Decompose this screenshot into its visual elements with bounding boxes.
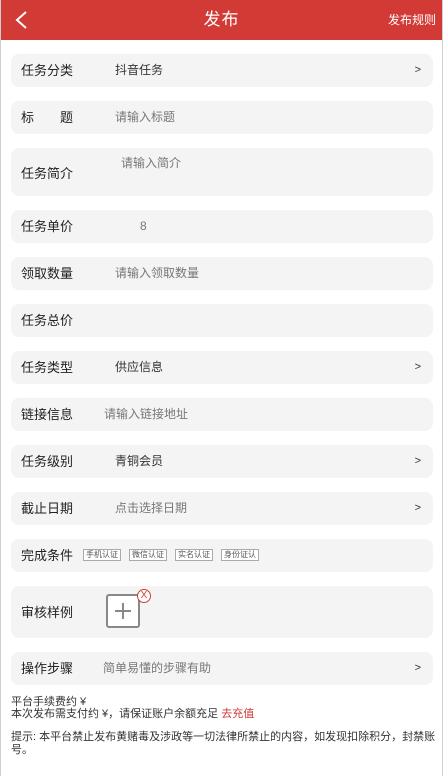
link-field[interactable]: 链接信息 请输入链接地址 — [11, 398, 433, 431]
field-label: 任务级别 — [21, 454, 74, 469]
title-field[interactable]: 标 题 请输入标题 — [11, 101, 433, 134]
field-label: 领取数量 — [21, 266, 74, 281]
condition-badges: 手机认证 微信认证 实名认证 身份证认 — [83, 549, 267, 562]
type-field[interactable]: 任务类型 供应信息 > — [11, 351, 433, 384]
footer-info: 平台手续费约 ¥ 本次发布需支付约 ¥，请保证账户余额充足 去充值 提示: 本平… — [11, 696, 436, 757]
condition-badge-wechat[interactable]: 微信认证 — [129, 549, 167, 561]
sample-field: 审核样例 X — [11, 586, 433, 638]
total-price-field: 任务总价 — [11, 304, 433, 337]
intro-textarea[interactable]: 请输入简介 — [121, 153, 181, 173]
fee-line: 平台手续费约 ¥ — [11, 696, 87, 708]
deadline-field[interactable]: 截止日期 点击选择日期 > — [11, 492, 433, 525]
title-input[interactable]: 请输入标题 — [115, 101, 175, 134]
condition-badge-phone[interactable]: 手机认证 — [83, 549, 121, 561]
pay-text: 本次发布需支付约 ¥，请保证账户余额充足 — [11, 708, 219, 720]
quantity-field[interactable]: 领取数量 请输入领取数量 — [11, 257, 433, 290]
category-value: 抖音任务 — [115, 63, 164, 77]
field-label: 完成条件 — [21, 548, 74, 563]
field-label: 标 题 — [21, 110, 74, 125]
quantity-input[interactable]: 请输入领取数量 — [115, 257, 199, 290]
chevron-right-icon: > — [414, 502, 421, 514]
field-label: 任务简介 — [21, 166, 74, 181]
intro-field[interactable]: 任务简介 请输入简介 — [11, 148, 433, 196]
field-label: 任务总价 — [21, 313, 74, 328]
link-input[interactable]: 请输入链接地址 — [104, 398, 188, 431]
condition-badge-realname[interactable]: 实名认证 — [175, 549, 213, 561]
deadline-picker[interactable]: 点击选择日期 — [115, 492, 187, 525]
steps-input[interactable]: 简单易懂的步骤有助 — [103, 652, 211, 685]
plus-icon — [115, 603, 131, 619]
upload-image-button[interactable] — [106, 594, 140, 628]
field-label: 操作步骤 — [21, 661, 74, 676]
steps-field[interactable]: 操作步骤 简单易懂的步骤有助 > — [11, 652, 433, 685]
field-label: 链接信息 — [21, 407, 74, 422]
field-label: 任务分类 — [21, 63, 74, 78]
tips-text: 提示: 本平台禁止发布黄赌毒及涉政等一切法律所禁止的内容，如发现扣除积分，封禁账… — [11, 731, 436, 756]
unit-price-field[interactable]: 任务单价 8 — [11, 210, 433, 243]
level-value: 青铜会员 — [115, 454, 164, 468]
publish-rules-link[interactable]: 发布规则 — [388, 0, 436, 40]
pay-line: 本次发布需支付约 ¥，请保证账户余额充足 去充值 — [11, 708, 436, 720]
chevron-right-icon: > — [414, 662, 421, 674]
conditions-field: 完成条件 手机认证 微信认证 实名认证 身份证认 — [11, 539, 433, 572]
remove-image-icon[interactable]: X — [137, 589, 151, 603]
field-label: 任务类型 — [21, 360, 74, 375]
field-label: 截止日期 — [21, 501, 74, 516]
type-value: 供应信息 — [115, 360, 164, 374]
page-title: 发布 — [203, 10, 240, 29]
chevron-right-icon: > — [414, 361, 421, 373]
recharge-link[interactable]: 去充值 — [221, 708, 254, 720]
level-field[interactable]: 任务级别 青铜会员 > — [11, 445, 433, 478]
field-label: 审核样例 — [21, 605, 74, 620]
category-field[interactable]: 任务分类 抖音任务 > — [11, 54, 433, 87]
unit-price-input[interactable]: 8 — [140, 210, 147, 243]
condition-badge-idcard[interactable]: 身份证认 — [221, 549, 259, 561]
chevron-right-icon: > — [414, 64, 421, 76]
top-bar: 发布 发布规则 — [1, 0, 442, 40]
publish-form: 任务分类 抖音任务 > 标 题 请输入标题 任务简介 请输入简介 任务单价 8 … — [11, 54, 433, 699]
chevron-right-icon: > — [414, 455, 421, 467]
field-label: 任务单价 — [21, 219, 74, 234]
